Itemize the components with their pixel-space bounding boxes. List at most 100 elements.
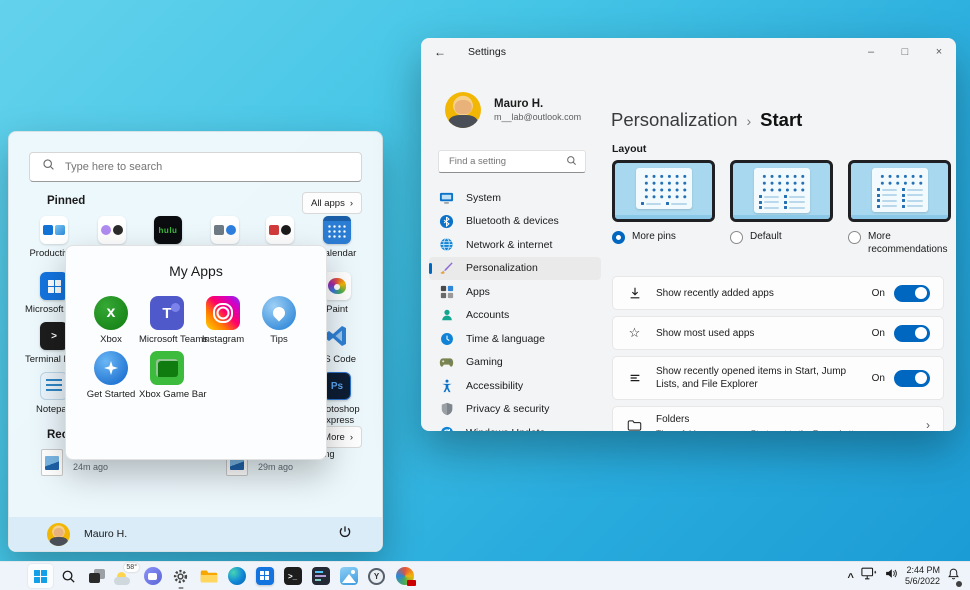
nav-item-time-language[interactable]: Time & language [429,327,601,351]
more-pins-radio[interactable] [612,231,625,244]
personalization-icon [439,261,454,276]
notepad-icon [40,372,68,400]
user-profile-button[interactable]: Mauro H. [47,523,127,546]
tray-chevron-up-icon[interactable]: ^ [848,572,854,584]
system-icon [439,190,454,205]
popup-app-instagram[interactable]: Instagram [195,296,251,345]
xbox-game-bar-icon [150,351,184,385]
nav-item-personalization[interactable]: Personalization [429,257,601,281]
media-folder-icon [266,216,294,244]
most-used-apps-toggle[interactable] [894,325,930,342]
powertoys-button[interactable]: Y [364,564,389,588]
popup-app-xbox-game-bar[interactable]: Xbox Game Bar [139,351,195,400]
more-recommendations-radio[interactable] [848,231,861,244]
nav-item-system[interactable]: System [429,186,601,210]
layout-section-label: Layout [612,143,646,155]
minimize-button[interactable]: – [854,39,888,65]
chat-button[interactable] [140,564,165,588]
media-app-icon [396,567,414,585]
system-tray: ^ 2:44 PM 5/6/2022 [848,565,960,588]
nav-item-windows-update[interactable]: Windows Update [429,421,601,431]
default-radio[interactable] [730,231,743,244]
toggle-state-label: On [872,328,885,339]
network-icon[interactable] [861,567,877,585]
recently-opened-items-toggle[interactable] [894,370,930,387]
account-email: m__lab@outlook.com [494,112,581,122]
nav-item-apps[interactable]: Apps [429,280,601,304]
clock[interactable]: 2:44 PM 5/6/2022 [905,565,940,588]
layout-option-more-recommendations[interactable]: More recommendations [848,160,951,256]
popup-app-microsoft-teams[interactable]: T Microsoft Teams [139,296,195,345]
folder-icon [626,419,643,432]
layout-option-more-pins[interactable]: More pins [612,160,715,256]
recently-added-apps-toggle[interactable] [894,285,930,302]
row-folders[interactable]: Folders These folders appear on Start ne… [612,406,944,431]
tray-date: 5/6/2022 [905,576,940,587]
recent-items-icon [626,371,643,385]
task-view-button[interactable] [84,564,109,588]
chevron-right-icon: › [350,432,353,443]
start-search-input[interactable] [63,160,349,174]
file-explorer-button[interactable] [196,564,221,588]
gaming-icon [439,355,454,370]
chat-icon [144,567,162,585]
settings-search-input[interactable] [447,155,560,168]
microsoft-teams-icon: T [150,296,184,330]
breadcrumb-separator-icon: › [747,113,752,129]
nav-item-bluetooth-devices[interactable]: Bluetooth & devices [429,210,601,234]
pinned-app-folder-3[interactable] [196,216,254,248]
gear-icon [172,568,189,585]
folder-title[interactable]: My Apps [66,263,326,279]
terminal-icon: >_ [284,567,302,585]
notifications-bell-icon[interactable] [947,567,960,586]
weather-icon: 58° [112,564,137,588]
my-apps-folder-popup: My Apps x Xbox T Microsoft Teams Instagr… [65,245,327,460]
utilities-folder-icon [211,216,239,244]
photos-icon [340,567,358,585]
privacy-shield-icon [439,402,454,417]
accessibility-icon [439,378,454,393]
popup-app-get-started[interactable]: Get Started [83,351,139,400]
pinned-app-folder-4[interactable] [251,216,309,248]
all-apps-button[interactable]: All apps› [302,192,362,214]
nav-item-gaming[interactable]: Gaming [429,351,601,375]
account-block[interactable]: Mauro H. m__lab@outlook.com [445,92,581,128]
taskbar-settings-button[interactable] [168,564,193,588]
search-icon [42,158,55,176]
settings-search-box[interactable] [438,150,586,173]
row-show-most-used-apps: ☆ Show most used apps On [612,316,944,350]
power-button[interactable] [338,525,352,544]
breadcrumb-personalization[interactable]: Personalization [611,109,738,131]
windows-update-icon [439,425,454,431]
close-button[interactable]: × [922,39,956,65]
photos-button[interactable] [336,564,361,588]
pinned-app-folder-2[interactable] [83,216,141,248]
dev-terminal-icon [312,567,330,585]
layout-option-default[interactable]: Default [730,160,833,256]
store-button[interactable] [252,564,277,588]
volume-icon[interactable] [884,567,898,585]
taskbar-search-button[interactable] [56,564,81,588]
back-button[interactable]: ← [434,45,446,59]
settings-window: ← Settings – □ × Mauro H. m__lab@outlook… [421,38,956,431]
popup-app-xbox[interactable]: x Xbox [83,296,139,345]
start-search-box[interactable] [29,152,362,182]
pinned-label: Pinned [47,195,85,207]
popup-app-tips[interactable]: Tips [251,296,307,345]
nav-item-accessibility[interactable]: Accessibility [429,374,601,398]
microsoft-store-icon [40,272,68,300]
nav-item-network-internet[interactable]: Network & internet [429,233,601,257]
edge-button[interactable] [224,564,249,588]
calendar-icon [323,216,351,244]
nav-item-accounts[interactable]: Accounts [429,304,601,328]
widgets-weather-button[interactable]: 58° [112,564,137,588]
dev-terminal-button[interactable] [308,564,333,588]
media-app-button[interactable] [392,564,417,588]
start-button[interactable] [28,564,53,588]
nav-item-privacy-security[interactable]: Privacy & security [429,398,601,422]
weather-temp: 58° [124,563,139,572]
maximize-button[interactable]: □ [888,39,922,65]
get-started-icon [94,351,128,385]
time-language-icon [439,331,454,346]
terminal-button[interactable]: >_ [280,564,305,588]
